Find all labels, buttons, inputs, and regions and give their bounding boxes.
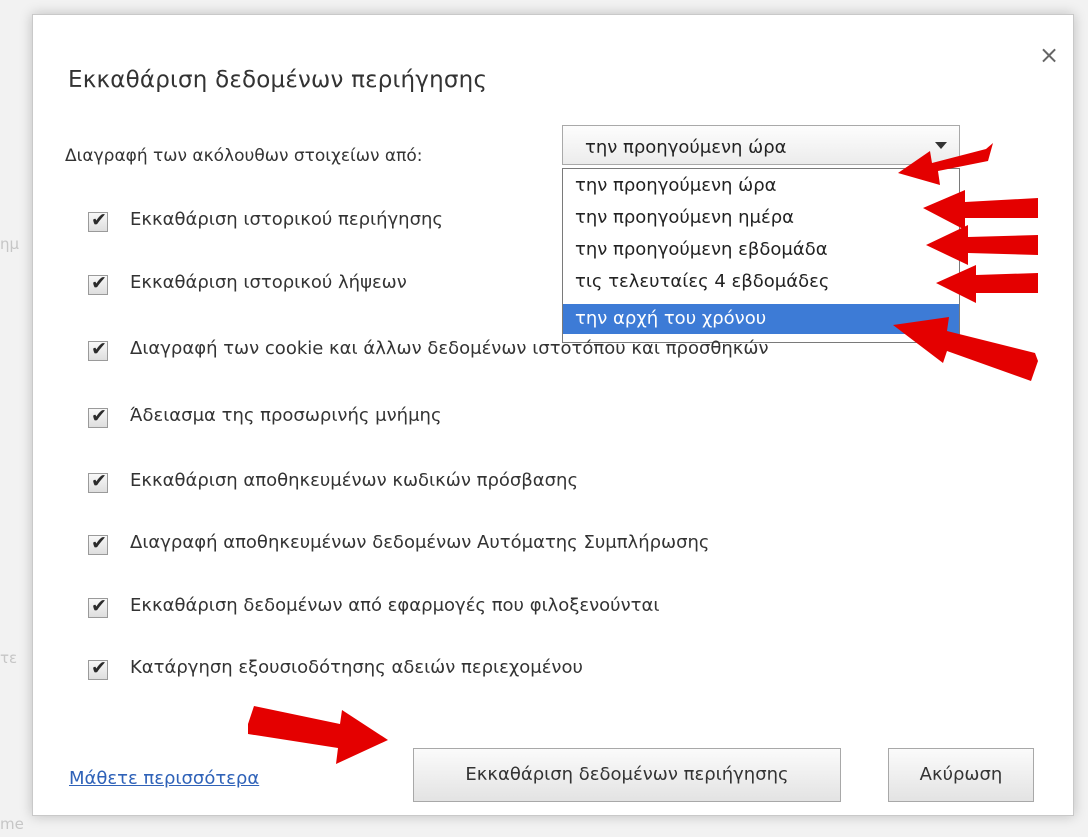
red-arrow-icon xyxy=(893,317,1038,381)
cancel-button[interactable]: Ακύρωση xyxy=(888,748,1034,802)
red-arrow-icon xyxy=(898,143,993,185)
checkbox[interactable]: ✔ xyxy=(88,338,108,361)
checkbox[interactable]: ✔ xyxy=(88,470,108,493)
option-label: Εκκαθάριση δεδομένων από εφαρμογές που φ… xyxy=(130,595,660,616)
background-text: ημ xyxy=(0,235,20,253)
dropdown-option-last-day[interactable]: την προηγούμενη ημέρα xyxy=(563,203,959,233)
time-range-label: Διαγραφή των ακόλουθων στοιχείων από: xyxy=(65,146,423,166)
background-text: τε xyxy=(0,649,18,667)
learn-more-link[interactable]: Μάθετε περισσότερα xyxy=(69,768,259,789)
dialog-title: Εκκαθάριση δεδομένων περιήγησης xyxy=(68,67,488,93)
close-icon[interactable]: × xyxy=(1039,41,1059,69)
option-label: Διαγραφή των cookie και άλλων δεδομένων … xyxy=(130,338,769,359)
red-arrow-icon xyxy=(936,265,1038,303)
checkmark-icon: ✔ xyxy=(91,470,107,492)
option-label: Εκκαθάριση ιστορικού λήψεων xyxy=(130,272,407,293)
background-text: me xyxy=(0,815,24,833)
checkbox[interactable]: ✔ xyxy=(88,405,108,428)
option-label: Εκκαθάριση ιστορικού περιήγησης xyxy=(130,209,443,230)
red-arrow-icon xyxy=(248,706,388,764)
checkmark-icon: ✔ xyxy=(91,595,107,617)
checkmark-icon: ✔ xyxy=(91,532,107,554)
checkbox[interactable]: ✔ xyxy=(88,272,108,295)
red-arrow-icon xyxy=(923,190,1038,230)
dropdown-option-last-4-weeks[interactable]: τις τελευταίες 4 εβδομάδες xyxy=(563,267,959,297)
checkmark-icon: ✔ xyxy=(91,272,107,294)
checkbox[interactable]: ✔ xyxy=(88,595,108,618)
clear-browsing-data-dialog: Εκκαθάριση δεδομένων περιήγησης × Διαγρα… xyxy=(32,14,1074,816)
red-arrow-icon xyxy=(926,225,1038,265)
time-range-selected-value: την προηγούμενη ώρα xyxy=(585,137,787,158)
checkbox[interactable]: ✔ xyxy=(88,532,108,555)
clear-browsing-data-button[interactable]: Εκκαθάριση δεδομένων περιήγησης xyxy=(413,748,841,802)
option-label: Κατάργηση εξουσιοδότησης αδειών περιεχομ… xyxy=(130,657,583,678)
option-label: Διαγραφή αποθηκευμένων δεδομένων Αυτόματ… xyxy=(130,532,710,553)
checkmark-icon: ✔ xyxy=(91,338,107,360)
option-label: Άδειασμα της προσωρινής μνήμης xyxy=(130,405,442,426)
dropdown-option-last-week[interactable]: την προηγούμενη εβδομάδα xyxy=(563,235,959,265)
checkbox[interactable]: ✔ xyxy=(88,209,108,232)
checkmark-icon: ✔ xyxy=(91,405,107,427)
checkmark-icon: ✔ xyxy=(91,657,107,679)
checkbox[interactable]: ✔ xyxy=(88,657,108,680)
option-label: Εκκαθάριση αποθηκευμένων κωδικών πρόσβασ… xyxy=(130,470,579,491)
checkmark-icon: ✔ xyxy=(91,209,107,231)
